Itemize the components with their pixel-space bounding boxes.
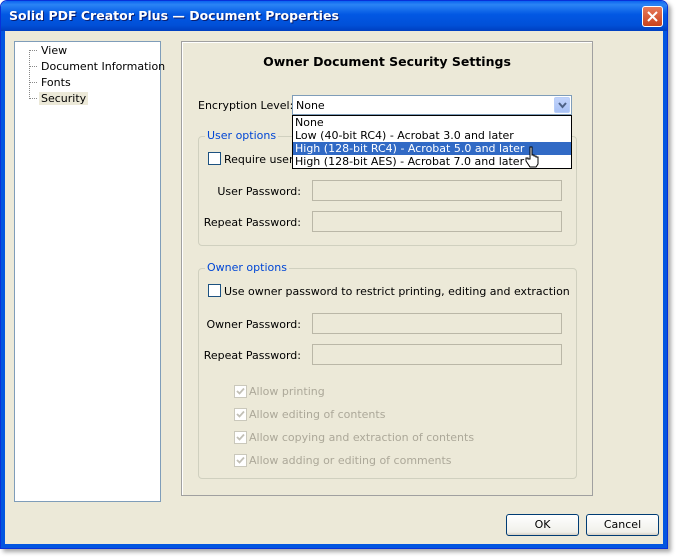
owner-repeat-password-input[interactable] xyxy=(312,344,562,365)
tree-item-label: Security xyxy=(39,92,89,105)
tree-item-document-information[interactable]: Document Information xyxy=(15,59,165,74)
tree-connector xyxy=(29,66,37,67)
owner-password-input[interactable] xyxy=(312,313,562,334)
window-frame-right xyxy=(663,31,667,548)
user-repeat-password-label: Repeat Password: xyxy=(203,216,301,229)
window-frame-left xyxy=(1,31,5,548)
checkmark-icon xyxy=(236,456,245,464)
cancel-button[interactable]: Cancel xyxy=(586,514,659,536)
dropdown-option-low-rc4[interactable]: Low (40-bit RC4) - Acrobat 3.0 and later xyxy=(293,129,571,142)
tree-item-label: Document Information xyxy=(41,60,166,73)
require-user-password-checkbox[interactable] xyxy=(208,152,221,165)
panel-heading: Owner Document Security Settings xyxy=(263,54,511,69)
dropdown-button[interactable] xyxy=(554,97,570,113)
allow-copying-checkbox[interactable] xyxy=(234,431,247,444)
encryption-level-label: Encryption Level: xyxy=(198,99,294,112)
allow-printing-checkbox[interactable] xyxy=(234,385,247,398)
encryption-level-value: None xyxy=(296,99,325,112)
tree-connector xyxy=(29,50,37,51)
window-frame-bottom xyxy=(1,544,667,548)
window-title: Solid PDF Creator Plus — Document Proper… xyxy=(9,8,339,23)
allow-comments-label: Allow adding or editing of comments xyxy=(249,454,452,467)
allow-copying-label: Allow copying and extraction of contents xyxy=(249,431,475,444)
allow-comments-checkbox[interactable] xyxy=(234,454,247,467)
user-repeat-password-input[interactable] xyxy=(312,211,562,232)
checkmark-icon xyxy=(236,387,245,395)
allow-editing-label: Allow editing of contents xyxy=(249,408,386,421)
category-tree: View Document Information Fonts Security xyxy=(14,41,165,502)
tree-item-label: Fonts xyxy=(41,76,71,89)
close-button[interactable] xyxy=(642,6,663,27)
use-owner-password-label: Use owner password to restrict printing,… xyxy=(224,285,570,298)
user-password-input[interactable] xyxy=(312,180,562,201)
properties-dialog: Solid PDF Creator Plus — Document Proper… xyxy=(0,0,668,549)
tree-item-fonts[interactable]: Fonts xyxy=(15,75,155,90)
checkmark-icon xyxy=(236,410,245,418)
user-options-title: User options xyxy=(205,129,279,142)
checkmark-icon xyxy=(236,433,245,441)
tree-item-label: View xyxy=(41,44,68,57)
tree-connector xyxy=(29,82,37,83)
allow-printing-label: Allow printing xyxy=(249,385,325,398)
title-bar[interactable]: Solid PDF Creator Plus — Document Proper… xyxy=(1,1,667,31)
ok-button[interactable]: OK xyxy=(506,514,579,536)
security-panel: Owner Document Security Settings Encrypt… xyxy=(181,41,593,496)
encryption-level-select[interactable]: None xyxy=(292,95,572,115)
chevron-down-icon xyxy=(558,102,567,109)
tree-item-security[interactable]: Security xyxy=(15,91,155,106)
mouse-cursor-icon xyxy=(525,146,539,168)
owner-options-group: Owner options Use owner password to rest… xyxy=(198,261,577,479)
dropdown-option-none[interactable]: None xyxy=(293,116,571,129)
allow-editing-checkbox[interactable] xyxy=(234,408,247,421)
close-icon xyxy=(647,11,658,22)
owner-password-label: Owner Password: xyxy=(206,318,302,331)
tree-connector xyxy=(29,98,37,99)
use-owner-password-checkbox[interactable] xyxy=(208,284,221,297)
owner-repeat-password-label: Repeat Password: xyxy=(203,349,301,362)
tree-item-view[interactable]: View xyxy=(15,43,155,58)
user-password-label: User Password: xyxy=(217,185,301,198)
owner-options-title: Owner options xyxy=(205,261,289,274)
